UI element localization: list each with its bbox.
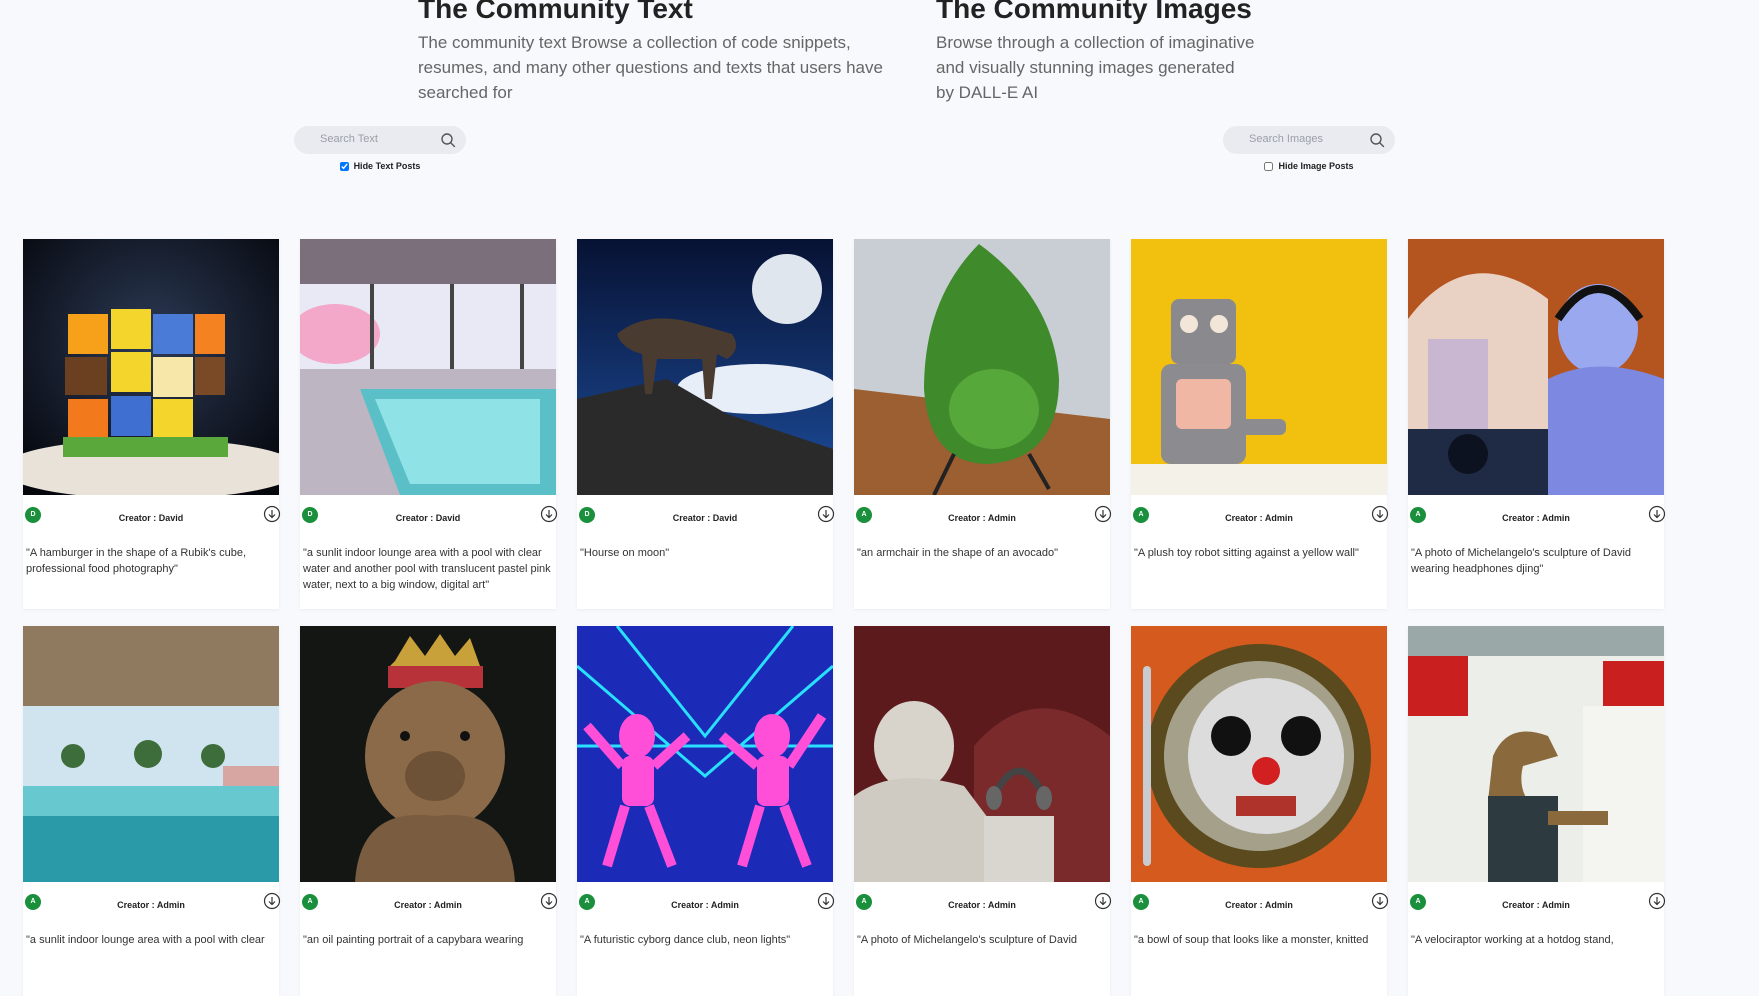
card-prompt: "A hamburger in the shape of a Rubik's c… xyxy=(26,547,247,575)
image-search-group: Hide Image Posts xyxy=(1223,126,1395,171)
card-meta: A Creator : Admin xyxy=(1131,882,1389,922)
hide-text-posts-toggle[interactable]: Hide Text Posts xyxy=(294,161,466,171)
creator-label: Creator : Admin xyxy=(1502,900,1570,910)
image-description-line: by DALL-E AI xyxy=(936,83,1039,102)
hide-image-posts-toggle[interactable]: Hide Image Posts xyxy=(1223,161,1395,171)
card-image[interactable] xyxy=(300,239,556,495)
image-description-line: Browse through a collection of imaginati… xyxy=(936,33,1255,52)
image-section: The Community Images Browse through a co… xyxy=(936,0,1296,105)
creator-label: Creator : Admin xyxy=(671,900,739,910)
card-meta: D Creator : David xyxy=(577,495,835,535)
card-image[interactable] xyxy=(854,239,1110,495)
card-image[interactable] xyxy=(23,239,279,495)
image-card[interactable]: A Creator : Admin "A photo of Michelange… xyxy=(1408,239,1666,609)
download-icon[interactable] xyxy=(540,892,558,910)
text-search-group: Hide Text Posts xyxy=(294,126,466,171)
text-section-description: The community text Browse a collection o… xyxy=(418,33,883,102)
creator-label: Creator : Admin xyxy=(1225,513,1293,523)
card-prompt: "a sunlit indoor lounge area with a pool… xyxy=(26,934,265,946)
card-meta: A Creator : Admin xyxy=(577,882,835,922)
download-icon[interactable] xyxy=(1648,892,1666,910)
text-search-box[interactable] xyxy=(294,126,466,154)
card-prompt: "A futuristic cyborg dance club, neon li… xyxy=(580,934,791,946)
creator-label: Creator : David xyxy=(395,513,461,523)
text-search-input[interactable] xyxy=(320,133,430,145)
card-meta: A Creator : Admin xyxy=(854,882,1112,922)
image-search-input[interactable] xyxy=(1249,133,1359,145)
card-image[interactable] xyxy=(1408,239,1664,495)
download-icon[interactable] xyxy=(1371,892,1389,910)
image-section-title: The Community Images xyxy=(936,0,1252,24)
creator-label: Creator : Admin xyxy=(1225,900,1293,910)
download-icon[interactable] xyxy=(1094,505,1112,523)
card-image[interactable] xyxy=(23,626,279,882)
search-icon[interactable] xyxy=(440,132,456,148)
card-prompt: "an armchair in the shape of an avocado" xyxy=(857,547,1059,559)
card-image[interactable] xyxy=(1408,626,1664,882)
image-card[interactable]: A Creator : Admin "an oil painting portr… xyxy=(300,626,558,996)
image-description-line: and visually stunning images generated xyxy=(936,58,1235,77)
card-prompt: "an oil painting portrait of a capybara … xyxy=(303,934,524,946)
card-meta: D Creator : David xyxy=(300,495,558,535)
card-meta: D Creator : David xyxy=(23,495,281,535)
creator-label: Creator : Admin xyxy=(948,513,1016,523)
creator-label: Creator : Admin xyxy=(117,900,185,910)
creator-label: Creator : Admin xyxy=(948,900,1016,910)
card-meta: A Creator : Admin xyxy=(1408,882,1666,922)
image-card[interactable]: A Creator : Admin "A photo of Michelange… xyxy=(854,626,1112,996)
creator-label: Creator : Admin xyxy=(1502,513,1570,523)
creator-label: Creator : Admin xyxy=(394,900,462,910)
image-card[interactable]: A Creator : Admin "an armchair in the sh… xyxy=(854,239,1112,609)
card-prompt: "a bowl of soup that looks like a monste… xyxy=(1134,934,1369,946)
image-search-box[interactable] xyxy=(1223,126,1395,154)
image-card[interactable]: A Creator : Admin "A plush toy robot sit… xyxy=(1131,239,1389,609)
image-card[interactable]: A Creator : Admin "a bowl of soup that l… xyxy=(1131,626,1389,996)
card-image[interactable] xyxy=(577,239,833,495)
text-section-title: The Community Text xyxy=(418,0,693,24)
image-section-description: Browse through a collection of imaginati… xyxy=(936,30,1296,105)
image-card[interactable]: D Creator : David "Hourse on moon" xyxy=(577,239,835,609)
card-image[interactable] xyxy=(1131,239,1387,495)
card-prompt: "A photo of Michelangelo's sculpture of … xyxy=(857,934,1078,946)
image-card[interactable]: A Creator : Admin "A velociraptor workin… xyxy=(1408,626,1666,996)
card-meta: A Creator : Admin xyxy=(854,495,1112,535)
card-image[interactable] xyxy=(854,626,1110,882)
card-meta: A Creator : Admin xyxy=(23,882,281,922)
card-prompt: "A plush toy robot sitting against a yel… xyxy=(1134,547,1359,559)
card-image[interactable] xyxy=(300,626,556,882)
creator-label: Creator : David xyxy=(672,513,738,523)
download-icon[interactable] xyxy=(540,505,558,523)
image-card[interactable]: D Creator : David "A hamburger in the sh… xyxy=(23,239,281,609)
download-icon[interactable] xyxy=(1648,505,1666,523)
card-prompt: "a sunlit indoor lounge area with a pool… xyxy=(303,547,551,591)
download-icon[interactable] xyxy=(263,892,281,910)
download-icon[interactable] xyxy=(263,505,281,523)
image-card[interactable]: A Creator : Admin "A futuristic cyborg d… xyxy=(577,626,835,996)
hide-text-posts-checkbox[interactable] xyxy=(339,161,349,171)
image-card[interactable]: D Creator : David "a sunlit indoor loung… xyxy=(300,239,558,609)
card-meta: A Creator : Admin xyxy=(1408,495,1666,535)
download-icon[interactable] xyxy=(1371,505,1389,523)
hide-text-posts-label: Hide Text Posts xyxy=(353,161,421,171)
card-image[interactable] xyxy=(577,626,833,882)
hide-image-posts-checkbox[interactable] xyxy=(1264,161,1274,171)
card-prompt: "A velociraptor working at a hotdog stan… xyxy=(1411,934,1614,946)
search-icon[interactable] xyxy=(1369,132,1385,148)
download-icon[interactable] xyxy=(1094,892,1112,910)
card-prompt: "A photo of Michelangelo's sculpture of … xyxy=(1411,547,1632,575)
card-meta: A Creator : Admin xyxy=(300,882,558,922)
text-section: The Community Text The community text Br… xyxy=(418,0,888,105)
card-prompt: "Hourse on moon" xyxy=(580,547,670,559)
download-icon[interactable] xyxy=(817,505,835,523)
image-card[interactable]: A Creator : Admin "a sunlit indoor loung… xyxy=(23,626,281,996)
hide-image-posts-label: Hide Image Posts xyxy=(1278,161,1354,171)
card-meta: A Creator : Admin xyxy=(1131,495,1389,535)
creator-label: Creator : David xyxy=(118,513,184,523)
download-icon[interactable] xyxy=(817,892,835,910)
card-image[interactable] xyxy=(1131,626,1387,882)
